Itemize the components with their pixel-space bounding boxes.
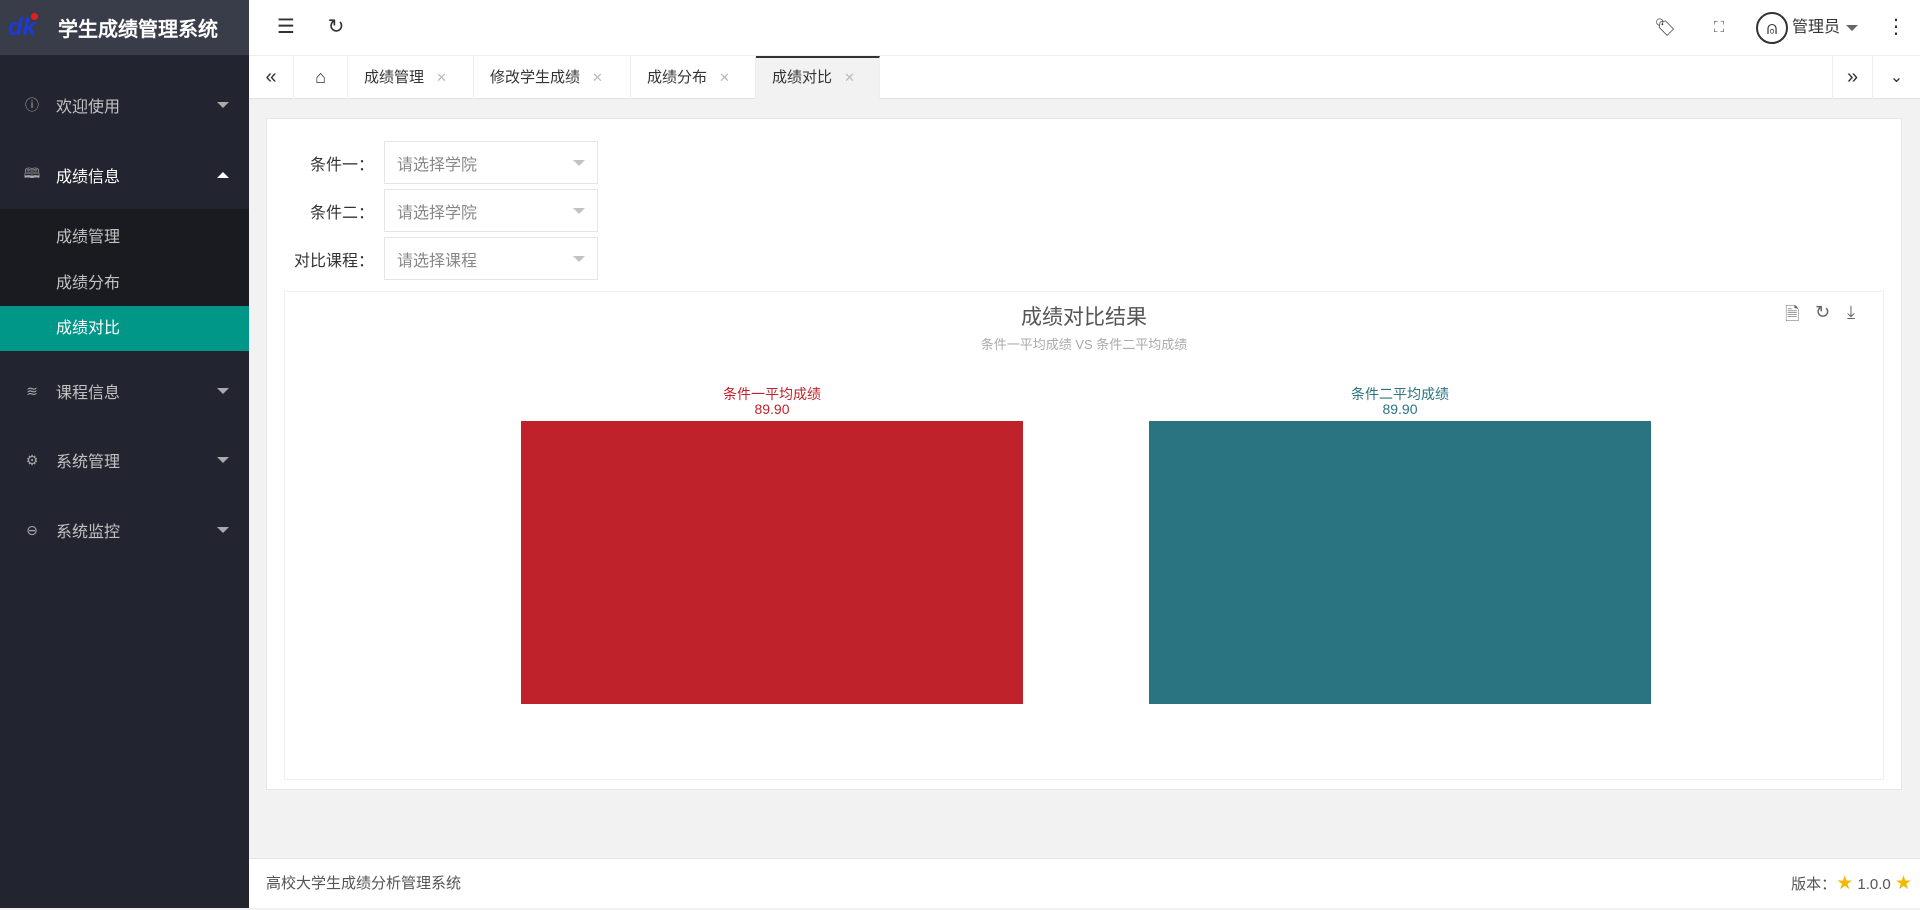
select-placeholder: 请选择课程 — [397, 252, 478, 270]
form-row-course: 对比课程： 请选择课程 — [267, 237, 598, 280]
app-title: 学生成绩管理系统 — [58, 19, 218, 41]
tab-label: 成绩分布 — [647, 69, 708, 86]
bar-value-label: 89.90 — [1382, 401, 1418, 417]
bar-category-label: 条件一平均成绩 — [723, 386, 821, 402]
sidebar: dk 学生成绩管理系统 ⓘ 欢迎使用 🕮 成绩信息 成绩管理 成绩分布 成绩对比 ≋ 课… — [0, 0, 249, 908]
sidebar-item-label: 成绩信息 — [56, 169, 121, 186]
tab-label: 修改学生成绩 — [490, 69, 581, 86]
tab-edit-student-score[interactable]: 修改学生成绩 ✕ — [474, 56, 631, 99]
form-row-condition-2: 条件二： 请选择学院 — [267, 189, 598, 232]
scroll-tabs-left-icon[interactable]: « — [249, 56, 294, 99]
sidebar-item-scores[interactable]: 🕮 成绩信息 — [0, 150, 249, 200]
chart-subtitle: 条件一平均成绩 VS 条件二平均成绩 — [980, 337, 1188, 352]
tab-score-comparison[interactable]: 成绩对比 ✕ — [756, 56, 880, 99]
sidebar-item-courses[interactable]: ≋ 课程信息 — [0, 366, 249, 416]
user-menu[interactable]: ⍝ 管理员 — [1756, 0, 1876, 55]
restore-icon[interactable]: ↻ — [1815, 302, 1830, 323]
data-view-icon[interactable]: 🗎 — [1785, 302, 1799, 332]
logo-icon: dk — [8, 12, 38, 41]
course-select[interactable]: 请选择课程 — [384, 237, 598, 280]
sidebar-item-label: 课程信息 — [56, 385, 121, 402]
condition-2-select[interactable]: 请选择学院 — [384, 189, 598, 232]
version-number: 1.0.0 — [1857, 876, 1891, 893]
logo[interactable]: dk 学生成绩管理系统 — [0, 0, 249, 55]
sidebar-subitem-score-comparison[interactable]: 成绩对比 — [0, 306, 249, 351]
sidebar-item-label: 欢迎使用 — [56, 99, 121, 116]
chart-title: 成绩对比结果 — [1021, 306, 1147, 329]
tab-label: 成绩管理 — [364, 69, 425, 86]
chevron-down-icon — [217, 388, 229, 394]
layers-icon: ≋ — [26, 382, 38, 399]
close-icon[interactable]: ✕ — [592, 70, 603, 85]
chevron-down-icon — [217, 527, 229, 533]
caret-down-icon — [573, 208, 585, 214]
caret-down-icon — [1846, 24, 1859, 31]
menu-collapse-icon[interactable]: ☰ — [271, 0, 301, 55]
top-header: ☰ ↻ 🏷 ⛶ ⍝ 管理员 ⋮ — [249, 0, 1920, 55]
download-icon[interactable]: ⤓ — [1847, 302, 1855, 323]
monitor-icon: ⊖ — [26, 521, 38, 538]
tab-score-distribution[interactable]: 成绩分布 ✕ — [631, 56, 756, 99]
condition-1-select[interactable]: 请选择学院 — [384, 141, 598, 184]
sidebar-subitem-score-distribution[interactable]: 成绩分布 — [0, 261, 249, 306]
bar-1[interactable] — [521, 421, 1023, 704]
bar-label: 条件一平均成绩 89.90 — [521, 387, 1023, 417]
avatar-icon: ⍝ — [1756, 11, 1788, 44]
close-icon[interactable]: ✕ — [436, 70, 447, 85]
chevron-down-icon — [217, 457, 229, 463]
gear-icon: ⚙ — [25, 451, 39, 468]
condition-1-label: 条件一： — [309, 156, 374, 174]
close-icon[interactable]: ✕ — [719, 70, 730, 85]
sidebar-subitem-score-management[interactable]: 成绩管理 — [0, 215, 249, 260]
home-icon[interactable]: ⌂ — [294, 56, 348, 99]
caret-down-icon — [573, 160, 585, 166]
fullscreen-icon[interactable]: ⛶ — [1704, 0, 1734, 55]
version-info: 版本：★ 1.0.0 ★ — [1791, 859, 1912, 910]
star-icon: ★ — [1836, 873, 1854, 894]
sidebar-item-system-management[interactable]: ⚙ 系统管理 — [0, 435, 249, 485]
chevron-up-icon — [217, 172, 229, 178]
form-row-condition-1: 条件一： 请选择学院 — [267, 141, 598, 184]
refresh-icon[interactable]: ↻ — [321, 0, 351, 55]
sidebar-item-system-monitor[interactable]: ⊖ 系统监控 — [0, 505, 249, 555]
version-label: 版本： — [1791, 876, 1837, 893]
caret-down-icon — [573, 256, 585, 262]
comparison-chart: 成绩对比结果 条件一平均成绩 VS 条件二平均成绩 🗎 ↻ ⤓ 条件一平均成绩 8… — [284, 291, 1884, 780]
star-icon: ★ — [1894, 873, 1912, 894]
bar-category-label: 条件二平均成绩 — [1351, 386, 1449, 402]
footer-text: 高校大学生成绩分析管理系统 — [266, 875, 462, 892]
course-label: 对比课程： — [293, 252, 374, 270]
select-placeholder: 请选择学院 — [397, 204, 478, 222]
tab-options-chevron-icon[interactable]: ⌄ — [1873, 56, 1920, 99]
chevron-down-icon — [217, 102, 229, 108]
username: 管理员 — [1792, 19, 1841, 36]
condition-2-label: 条件二： — [309, 204, 374, 222]
tab-bar: « ⌂ 成绩管理 ✕ 修改学生成绩 ✕ 成绩分布 ✕ 成绩对比 ✕ » ⌄ — [249, 55, 1920, 99]
footer: 高校大学生成绩分析管理系统 版本：★ 1.0.0 ★ — [249, 858, 1920, 908]
tab-score-management[interactable]: 成绩管理 ✕ — [348, 56, 474, 99]
select-placeholder: 请选择学院 — [397, 156, 478, 174]
close-icon[interactable]: ✕ — [844, 70, 855, 85]
sidebar-item-welcome[interactable]: ⓘ 欢迎使用 — [0, 80, 249, 130]
bar-label: 条件二平均成绩 89.90 — [1149, 387, 1651, 417]
tab-label: 成绩对比 — [772, 69, 833, 86]
scroll-tabs-right-icon[interactable]: » — [1832, 56, 1873, 99]
info-icon: ⓘ — [25, 97, 39, 113]
submenu: 成绩管理 成绩分布 成绩对比 — [0, 209, 249, 351]
bar-value-label: 89.90 — [754, 401, 790, 417]
book-icon: 🕮 — [23, 165, 41, 181]
more-icon[interactable]: ⋮ — [1881, 0, 1911, 55]
bar-2[interactable] — [1149, 421, 1651, 704]
content-card: 条件一： 请选择学院 条件二： 请选择学院 对比课程： 请选择课程 成绩对比结果 条件… — [266, 118, 1902, 790]
sidebar-item-label: 系统监控 — [56, 524, 121, 541]
tag-icon[interactable]: 🏷 — [1650, 0, 1680, 55]
sidebar-item-label: 系统管理 — [56, 454, 121, 471]
